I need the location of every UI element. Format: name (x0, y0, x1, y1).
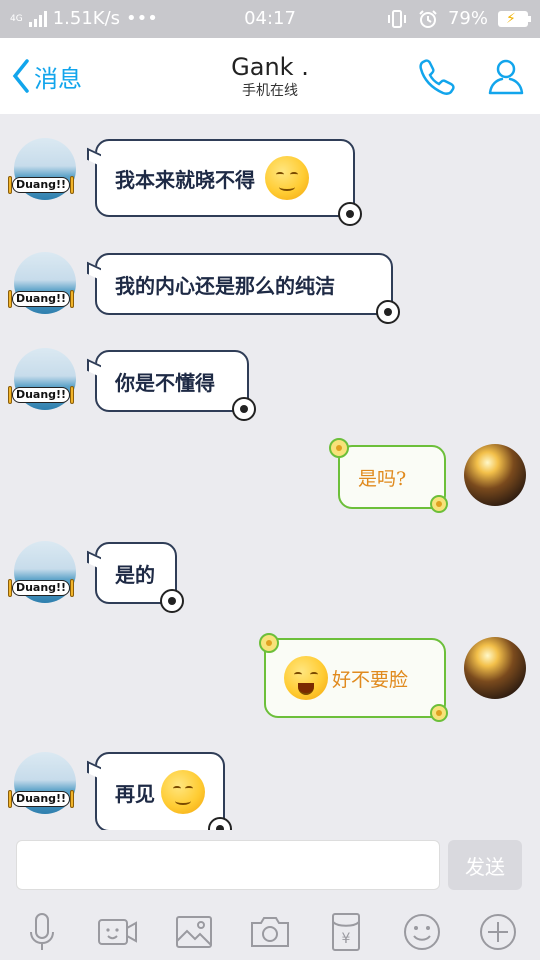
emoji-button[interactable] (400, 910, 444, 954)
message-bubble-right[interactable]: 好不要脸 (259, 633, 448, 722)
image-icon (176, 916, 212, 948)
input-toolbar: ¥ (0, 904, 540, 956)
soccer-ball-icon (376, 300, 400, 324)
profile-button[interactable] (486, 56, 526, 96)
battery-percent: 79% (447, 8, 488, 29)
message-text: 是的 (115, 562, 155, 587)
soccer-ball-icon (338, 202, 362, 226)
sticker-text: Duang!! (11, 291, 71, 307)
emoji-icon (404, 914, 440, 950)
alarm-icon (419, 9, 437, 28)
send-button[interactable]: 发送 (448, 840, 522, 890)
battery-icon: ⚡ (498, 10, 531, 27)
online-status: 手机在线 (242, 83, 298, 99)
message-text: 再见 (115, 781, 155, 806)
chat-area[interactable]: Duang!! 我本来就晓不得 Duang!! 我的内心还是那么的纯洁 Duan… (0, 114, 540, 830)
microphone-icon (30, 913, 54, 950)
duang-sticker: Duang!! (8, 384, 74, 406)
person-icon (488, 59, 524, 95)
red-packet-icon: ¥ (332, 913, 360, 951)
flower-icon (430, 495, 448, 513)
soccer-ball-icon (208, 817, 232, 830)
message-text: 我本来就晓不得 (115, 167, 255, 192)
duang-sticker: Duang!! (8, 788, 74, 810)
message-bubble-right[interactable]: 是吗? (329, 438, 448, 513)
message-bubble-left[interactable]: 你是不懂得 (95, 350, 256, 421)
title-block: Gank . 手机在线 (0, 52, 540, 100)
flower-icon (259, 633, 279, 653)
message-bubble-left[interactable]: 再见 (95, 752, 232, 830)
message-input[interactable] (16, 840, 440, 890)
phone-icon (419, 59, 455, 95)
svg-text:¥: ¥ (342, 931, 351, 947)
flower-icon (430, 704, 448, 722)
message-text: 你是不懂得 (115, 370, 215, 395)
contact-avatar[interactable]: Duang!! (8, 138, 76, 200)
message-text: 是吗? (358, 467, 407, 490)
contact-avatar[interactable]: Duang!! (8, 541, 76, 603)
message-bubble-left[interactable]: 是的 (95, 542, 184, 613)
relieved-face-icon (265, 156, 309, 200)
my-avatar[interactable] (464, 637, 526, 699)
message-bubble-left[interactable]: 我的内心还是那么的纯洁 (95, 253, 400, 324)
duang-sticker: Duang!! (8, 288, 74, 310)
soccer-ball-icon (232, 397, 256, 421)
sticker-text: Duang!! (11, 177, 71, 193)
video-call-icon (98, 919, 137, 945)
message-text: 好不要脸 (332, 668, 409, 691)
contact-avatar[interactable]: Duang!! (8, 348, 76, 410)
video-call-button[interactable] (96, 910, 140, 954)
microphone-button[interactable] (20, 910, 64, 954)
plus-button[interactable] (476, 910, 520, 954)
contact-avatar[interactable]: Duang!! (8, 252, 76, 314)
image-button[interactable] (172, 910, 216, 954)
plus-icon (480, 914, 516, 950)
red-packet-button[interactable]: ¥ (324, 910, 368, 954)
contact-avatar[interactable]: Duang!! (8, 752, 76, 814)
vibrate-icon (387, 9, 406, 28)
camera-button[interactable] (248, 910, 292, 954)
status-right: 79% ⚡ (386, 8, 531, 29)
sticker-text: Duang!! (11, 387, 71, 403)
soccer-ball-icon (160, 589, 184, 613)
status-bar: 4G 1.51K/s ••• 04:17 79% ⚡ (0, 0, 540, 38)
call-button[interactable] (416, 56, 456, 96)
chat-header: 消息 Gank . 手机在线 (0, 38, 540, 114)
message-bubble-left[interactable]: 我本来就晓不得 (95, 139, 362, 226)
sticker-text: Duang!! (11, 580, 71, 596)
flower-icon (329, 438, 349, 458)
hand-on-cheek-face-icon (161, 770, 205, 814)
my-avatar[interactable] (464, 444, 526, 506)
contact-name: Gank . (231, 53, 309, 81)
tears-of-joy-icon (284, 656, 328, 700)
composer-area: 发送 ¥ (0, 830, 540, 960)
message-text: 我的内心还是那么的纯洁 (115, 273, 335, 298)
duang-sticker: Duang!! (8, 174, 74, 196)
camera-icon (251, 917, 289, 947)
duang-sticker: Duang!! (8, 577, 74, 599)
sticker-text: Duang!! (11, 791, 71, 807)
